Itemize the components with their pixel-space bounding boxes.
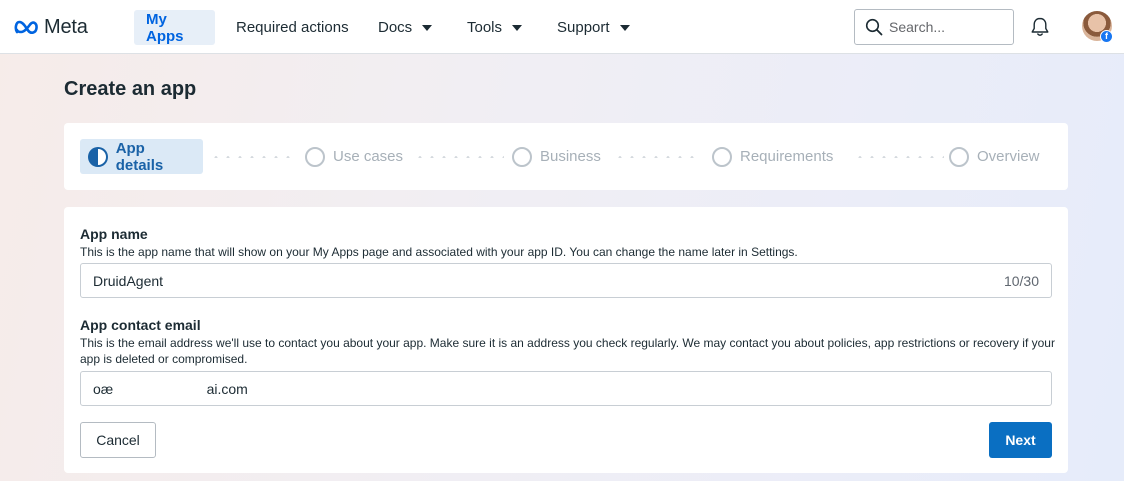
circle-icon [712,146,732,167]
facebook-icon: f [1100,30,1113,43]
step-connector [614,156,702,158]
meta-logo[interactable]: Meta [14,15,88,39]
progress-stepper: App details Use cases Business Requireme… [64,123,1068,190]
nav-my-apps[interactable]: My Apps [134,10,215,45]
nav-label: Support [557,19,610,36]
nav-required-actions[interactable]: Required actions [224,10,361,45]
app-name-label: App name [80,226,148,242]
step-label: Overview [977,148,1040,165]
step-label: App details [115,139,164,174]
nav-label: Required actions [236,19,349,36]
step-connector [210,156,294,158]
step-app-details[interactable]: App details [80,139,203,174]
search-box[interactable] [854,9,1014,45]
circle-icon [512,146,532,167]
bell-icon[interactable] [1029,16,1051,38]
chevron-down-icon [619,24,630,31]
top-nav: Meta My Apps Required actions Docs Tools… [0,0,1124,54]
page-title: Create an app [64,78,197,100]
step-overview[interactable]: Overview [941,139,1048,174]
search-icon [865,18,883,36]
app-details-form: App name This is the app name that will … [64,207,1068,473]
meta-infinity-icon [14,20,38,34]
logo-text: Meta [44,15,88,38]
app-name-field[interactable]: DruidAgent 10/30 [80,263,1052,298]
cancel-button[interactable]: Cancel [80,422,156,458]
char-counter: 10/30 [1003,272,1039,289]
chevron-down-icon [512,24,523,31]
circle-icon [305,146,325,167]
step-use-cases[interactable]: Use cases [297,139,411,174]
nav-tools[interactable]: Tools [455,10,534,45]
contact-email-field[interactable]: oæ ai.com [80,371,1052,406]
half-circle-icon [88,146,108,167]
contact-email-help: This is the email address we'll use to c… [80,336,1055,366]
nav-support[interactable]: Support [545,10,642,45]
nav-label: My Apps [146,10,184,45]
chevron-down-icon [422,24,433,31]
nav-label: Docs [378,19,413,36]
next-button[interactable]: Next [989,422,1052,458]
step-connector [854,156,944,158]
contact-email-value: oæ ai.com [93,380,248,397]
step-label: Business [540,148,601,165]
step-label: Use cases [333,148,404,165]
contact-email-label: App contact email [80,317,201,333]
search-input[interactable] [889,19,1009,35]
app-name-value: DruidAgent [93,272,164,289]
step-connector [414,156,504,158]
app-name-help: This is the app name that will show on y… [80,245,798,259]
step-requirements[interactable]: Requirements [704,139,841,174]
step-label: Requirements [740,148,834,165]
circle-icon [949,146,969,167]
nav-docs[interactable]: Docs [366,10,444,45]
step-business[interactable]: Business [504,139,609,174]
nav-label: Tools [467,19,503,36]
